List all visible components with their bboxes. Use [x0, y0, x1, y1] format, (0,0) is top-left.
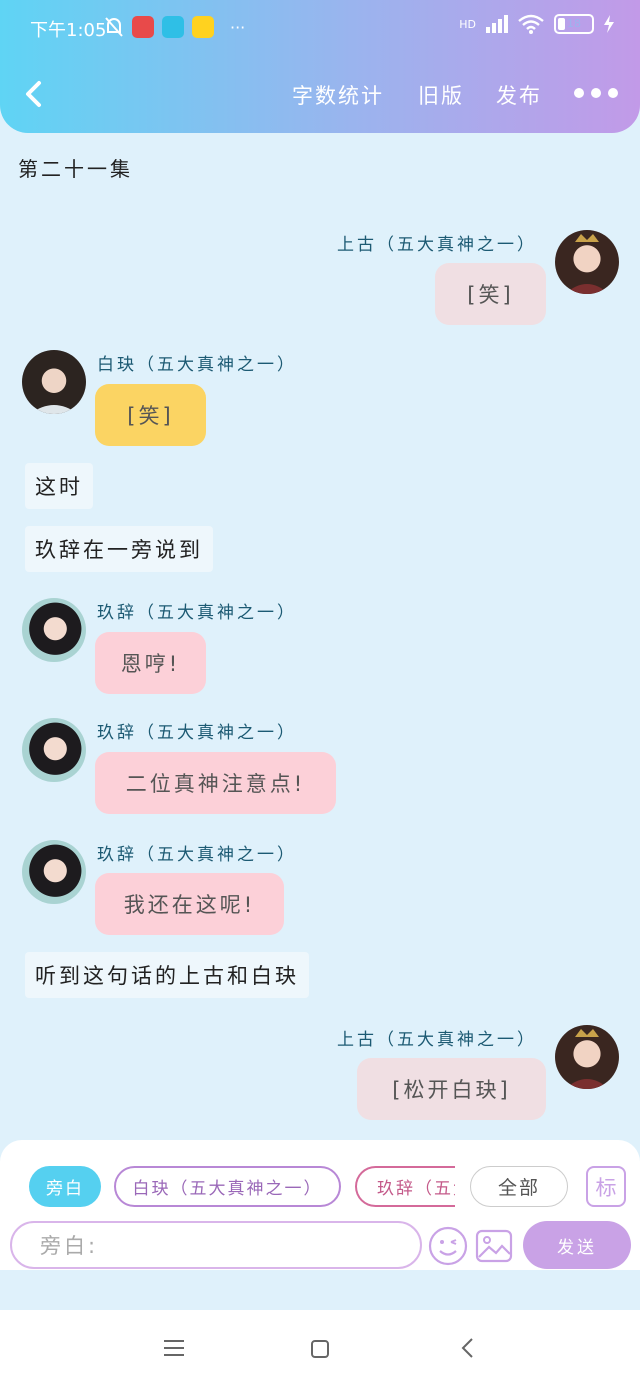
status-right: HD 18: [459, 14, 614, 34]
message-bubble[interactable]: [松开白玦]: [357, 1058, 546, 1120]
status-more-indicator: ···: [230, 17, 246, 37]
mute-bell-icon: [105, 17, 123, 37]
speaker-name: 上古（五大真神之一）: [337, 235, 537, 255]
speaker-name: 玖辞（五大真神之一）: [97, 845, 297, 865]
chip-all[interactable]: 全部: [470, 1166, 568, 1207]
charging-icon: [604, 15, 614, 33]
chip-narrator[interactable]: 旁白: [29, 1166, 101, 1207]
speaker-name: 玖辞（五大真神之一）: [97, 603, 297, 623]
message-bubble[interactable]: 二位真神注意点!: [95, 752, 336, 814]
header-bar: 下午1:05 ··· HD 18 字数统计 旧版 发布: [0, 0, 640, 133]
avatar-shanggu[interactable]: [555, 230, 619, 294]
more-menu-button[interactable]: [574, 88, 618, 98]
avatar-jiuci[interactable]: [22, 840, 86, 904]
menu-icon[interactable]: [163, 1339, 185, 1357]
home-icon[interactable]: [310, 1339, 330, 1359]
narration-text[interactable]: 这时: [25, 463, 93, 509]
message-bubble[interactable]: 我还在这呢!: [95, 873, 284, 935]
avatar-jiuci[interactable]: [22, 718, 86, 782]
avatar-jiuci[interactable]: [22, 598, 86, 662]
old-version-button[interactable]: 旧版: [418, 80, 464, 110]
system-nav-bar: [0, 1310, 640, 1387]
signal-icon: [486, 15, 508, 33]
wifi-icon: [518, 14, 544, 34]
emoji-icon[interactable]: [428, 1226, 468, 1266]
chapter-title: 第二十一集: [18, 157, 133, 181]
back-icon[interactable]: [22, 80, 46, 108]
app-icon-novel: [192, 16, 214, 38]
speaker-name: 上古（五大真神之一）: [337, 1030, 537, 1050]
app-icon-red: [132, 16, 154, 38]
battery-level: 18: [567, 17, 581, 30]
speaker-name: 白玦（五大真神之一）: [97, 355, 297, 375]
tag-button[interactable]: 标: [586, 1166, 626, 1207]
status-app-icons: ···: [104, 16, 245, 38]
publish-button[interactable]: 发布: [496, 80, 542, 110]
avatar-baijue[interactable]: [22, 350, 86, 414]
message-bubble[interactable]: [笑]: [95, 384, 206, 446]
network-label: HD: [459, 17, 476, 31]
app-icon-video: [162, 16, 184, 38]
image-icon[interactable]: [474, 1226, 514, 1266]
send-button[interactable]: 发送: [523, 1221, 631, 1269]
system-back-icon[interactable]: [460, 1337, 474, 1359]
message-bubble[interactable]: [笑]: [435, 263, 546, 325]
chip-jiuci[interactable]: 玖辞（五大: [355, 1166, 455, 1207]
status-time: 下午1:05: [30, 20, 107, 41]
word-count-button[interactable]: 字数统计: [292, 80, 384, 110]
narration-text[interactable]: 玖辞在一旁说到: [25, 526, 213, 572]
chip-baijue[interactable]: 白玦（五大真神之一）: [114, 1166, 341, 1207]
avatar-shanggu[interactable]: [555, 1025, 619, 1089]
message-bubble[interactable]: 恩哼!: [95, 632, 206, 694]
narration-text[interactable]: 听到这句话的上古和白玦: [25, 952, 309, 998]
speaker-name: 玖辞（五大真神之一）: [97, 723, 297, 743]
battery-icon: 18: [554, 14, 594, 34]
message-input[interactable]: 旁白:: [10, 1221, 422, 1269]
